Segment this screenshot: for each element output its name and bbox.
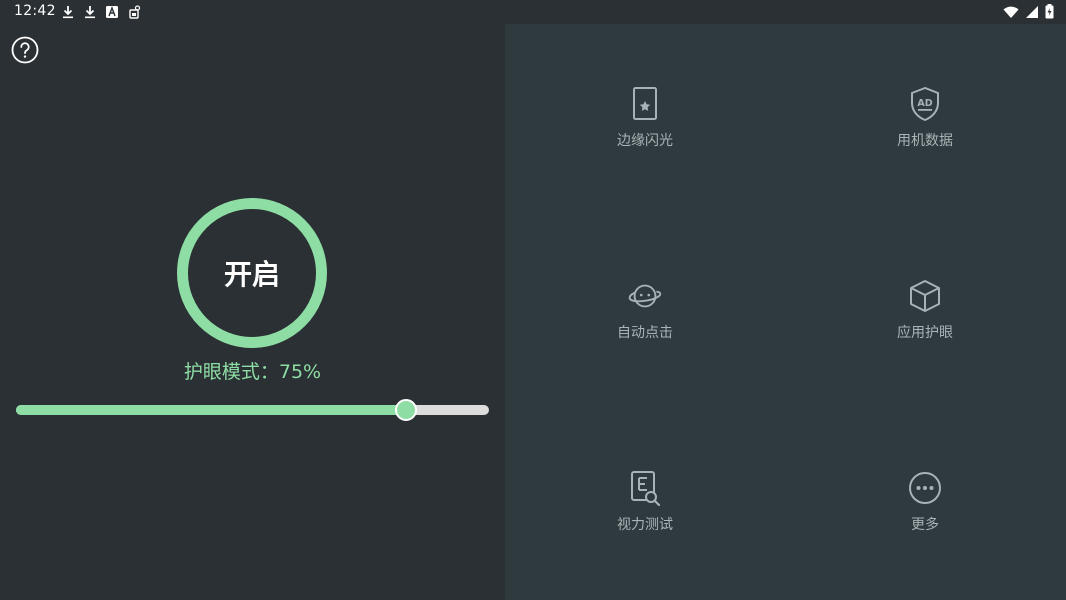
svg-text:AD: AD	[917, 98, 932, 109]
ad-shield-icon: AD	[907, 86, 943, 122]
download-icon	[60, 4, 76, 20]
feature-auto-click[interactable]: 自动点击	[505, 216, 785, 408]
cleaner-icon	[126, 4, 142, 20]
feature-app-eye-care[interactable]: 应用护眼	[785, 216, 1065, 408]
slider-thumb[interactable]	[395, 399, 417, 421]
vision-test-icon	[627, 470, 663, 506]
cellular-signal-icon	[1025, 4, 1039, 23]
battery-icon	[1045, 4, 1054, 23]
status-time: 12:42	[14, 3, 56, 19]
wifi-icon	[1003, 4, 1019, 23]
eye-protection-slider[interactable]	[16, 399, 489, 421]
feature-label: 更多	[911, 517, 939, 533]
feature-vision-test[interactable]: 视力测试	[505, 408, 785, 600]
feature-usage-data[interactable]: AD 用机数据	[785, 24, 1065, 216]
help-icon	[11, 36, 39, 64]
eye-protection-mode-text: 护眼模式：75%	[183, 361, 322, 383]
power-toggle-button[interactable]: 开启	[177, 198, 327, 348]
status-bar: 12:42	[0, 0, 1066, 24]
download-icon	[82, 4, 98, 20]
feature-label: 用机数据	[897, 133, 953, 149]
planet-face-icon	[627, 278, 663, 314]
edge-flash-icon	[627, 86, 663, 122]
help-button[interactable]	[11, 36, 39, 64]
notification-icons	[60, 4, 142, 20]
feature-more[interactable]: 更多	[785, 408, 1065, 600]
cube-icon	[907, 278, 943, 314]
feature-label: 自动点击	[617, 325, 673, 341]
feature-label: 应用护眼	[897, 325, 953, 341]
feature-label: 视力测试	[617, 517, 673, 533]
feature-grid: 边缘闪光 AD 用机数据 自动点击 应用护眼 视力测试 更多	[505, 24, 1066, 600]
power-toggle-label: 开启	[223, 258, 280, 291]
left-panel: 开启 护眼模式：75%	[0, 24, 505, 600]
app-store-icon	[104, 4, 120, 20]
feature-label: 边缘闪光	[617, 133, 673, 149]
slider-fill	[16, 405, 406, 415]
more-icon	[907, 470, 943, 506]
feature-edge-flash[interactable]: 边缘闪光	[505, 24, 785, 216]
system-icons	[1003, 4, 1054, 23]
